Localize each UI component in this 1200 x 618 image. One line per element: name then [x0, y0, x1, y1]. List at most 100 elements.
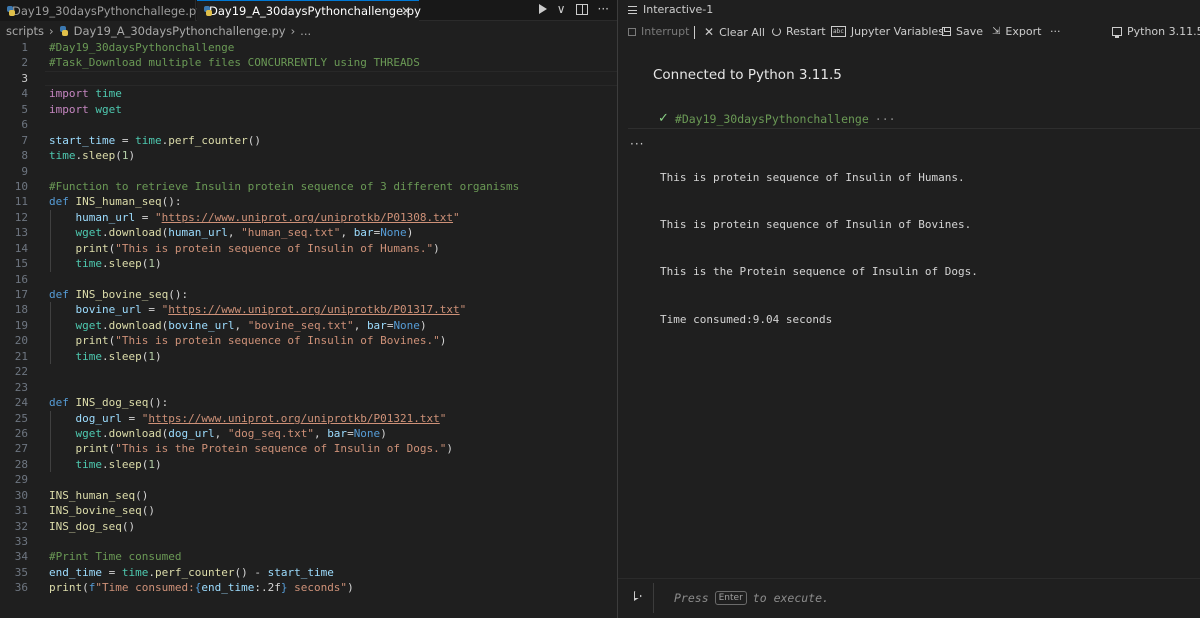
- split-editor-icon[interactable]: [575, 3, 588, 15]
- code-line[interactable]: 21 time.sleep(1): [0, 348, 617, 365]
- breadcrumb-symbols[interactable]: ...: [300, 24, 311, 38]
- close-tab-icon[interactable]: ✕: [401, 4, 411, 18]
- line-number: 12: [14, 210, 28, 224]
- code-line[interactable]: 14 print("This is protein sequence of In…: [0, 240, 617, 257]
- code-token: human_url: [168, 226, 228, 240]
- tab-day19-a-challenge[interactable]: Day19_A_30daysPythonchallenge.py ✕: [197, 0, 421, 21]
- line-number: 15: [14, 257, 28, 271]
- tab-day19-challege[interactable]: Day19_30daysPythonchallege.py: [0, 0, 203, 21]
- code-token: "dog_seq.txt": [227, 426, 314, 440]
- line-number: 27: [14, 442, 28, 456]
- code-token: .: [102, 226, 109, 240]
- code-line[interactable]: 18 bovine_url = "https://www.uniprot.org…: [0, 302, 617, 318]
- code-token: time: [95, 87, 122, 101]
- code-line[interactable]: 33: [0, 534, 617, 549]
- code-text: time.sleep(1): [49, 256, 162, 271]
- code-line[interactable]: 9: [0, 164, 617, 179]
- breadcrumb-folder[interactable]: scripts: [6, 24, 44, 38]
- code-token: wget: [75, 426, 103, 440]
- code-token: ): [446, 442, 454, 456]
- line-number: 32: [14, 519, 28, 533]
- code-token: #Day19_30daysPythonchallenge: [49, 41, 235, 54]
- code-line[interactable]: 31 INS_bovine_seq(): [0, 503, 617, 518]
- cell-header[interactable]: ✓ #Day19_30daysPythonchallenge ···: [658, 111, 896, 126]
- line-number: 29: [14, 473, 28, 487]
- code-line[interactable]: 20 print("This is protein sequence of In…: [0, 333, 617, 349]
- code-editor[interactable]: Day19_30daysPythonchallege.py Day19_A_30…: [0, 0, 617, 618]
- clear-all-button[interactable]: ✕ Clear All: [704, 25, 765, 39]
- code-line[interactable]: 26 wget.download(dog_url, "dog_seq.txt",…: [0, 425, 617, 442]
- code-token: ():: [161, 195, 182, 209]
- code-token: None: [380, 226, 407, 240]
- code-line[interactable]: 3: [0, 70, 617, 87]
- restart-button[interactable]: Restart: [772, 25, 826, 38]
- code-line[interactable]: 32 INS_dog_seq(): [0, 519, 617, 534]
- code-line[interactable]: 30 INS_human_seq(): [0, 488, 617, 503]
- more-actions-icon[interactable]: ···: [598, 2, 609, 16]
- code-line[interactable]: 36 print(f"Time consumed:{end_time:.2f} s…: [0, 580, 617, 595]
- code-token: human_url: [75, 210, 136, 224]
- tab-interactive[interactable]: Interactive-1: [618, 0, 713, 19]
- code-line[interactable]: 12 human_url = "https://www.uniprot.org/…: [0, 209, 617, 226]
- save-button[interactable]: Save: [942, 25, 983, 38]
- code-line[interactable]: 27 print("This is the Protein sequence o…: [0, 441, 617, 457]
- code-token: print: [75, 334, 109, 348]
- kernel-label: Python 3.11.5: [1127, 25, 1200, 38]
- code-token: 1: [148, 257, 155, 271]
- code-line[interactable]: 1 #Day19_30daysPythonchallenge: [0, 40, 617, 55]
- execute-icon[interactable]: [634, 591, 642, 601]
- code-line[interactable]: 16: [0, 272, 617, 287]
- jupyter-variables-button[interactable]: abc Jupyter Variables: [831, 25, 944, 38]
- code-line[interactable]: 28 time.sleep(1): [0, 456, 617, 473]
- code-line[interactable]: 13 wget.download(human_url, "human_seq.t…: [0, 225, 617, 241]
- code-text: print(f"Time consumed:{end_time:.2f} sec…: [49, 580, 354, 595]
- more-actions-icon[interactable]: ···: [1050, 25, 1061, 38]
- run-options-chevron-icon[interactable]: ∨: [557, 2, 566, 16]
- interrupt-label: Interrupt: [641, 25, 690, 38]
- code-line[interactable]: 29: [0, 472, 617, 487]
- input-hint-suffix: to execute.: [752, 591, 829, 605]
- breadcrumb-file[interactable]: Day19_A_30daysPythonchallenge.py: [74, 24, 286, 38]
- line-number: 20: [14, 334, 28, 348]
- output-actions-icon[interactable]: ···: [630, 137, 644, 151]
- code-line[interactable]: 35 end_time = time.perf_counter() - start…: [0, 565, 617, 580]
- code-line[interactable]: 2 #Task_Download multiple files CONCURREN…: [0, 55, 617, 70]
- code-line[interactable]: 8 time.sleep(1): [0, 148, 617, 163]
- run-file-icon[interactable]: [538, 4, 547, 14]
- line-number: 10: [14, 179, 28, 193]
- code-token: .: [148, 565, 155, 579]
- export-button[interactable]: ⇲ Export: [992, 25, 1041, 38]
- code-line[interactable]: 11 def INS_human_seq():: [0, 194, 617, 209]
- code-line[interactable]: 23: [0, 380, 617, 395]
- code-token: 1: [121, 149, 129, 163]
- code-token: None: [393, 318, 420, 332]
- cell-more-icon[interactable]: ···: [875, 112, 896, 126]
- code-line[interactable]: 15 time.sleep(1): [0, 256, 617, 272]
- code-text: INS_human_seq(): [49, 488, 148, 503]
- code-line[interactable]: 19 wget.download(bovine_url, "bovine_seq…: [0, 317, 617, 334]
- code-line[interactable]: 22: [0, 364, 617, 379]
- code-area[interactable]: 1 #Day19_30daysPythonchallenge 2 #Task_Down…: [0, 40, 617, 596]
- code-line[interactable]: 4 import time: [0, 86, 617, 101]
- code-line[interactable]: 25 dog_url = "https://www.uniprot.org/un…: [0, 410, 617, 426]
- interrupt-button[interactable]: Interrupt: [628, 25, 689, 38]
- kernel-picker[interactable]: Python 3.11.5: [1112, 25, 1200, 38]
- code-line[interactable]: 17 def INS_bovine_seq():: [0, 287, 617, 302]
- code-line[interactable]: 10 #Function to retrieve Insulin protein …: [0, 179, 617, 194]
- code-input[interactable]: Press Enter to execute.: [653, 583, 1200, 613]
- line-number: 17: [14, 288, 28, 301]
- code-line[interactable]: 24 def INS_dog_seq():: [0, 395, 617, 410]
- code-token: (: [82, 581, 89, 595]
- code-text: time.sleep(1): [49, 349, 162, 364]
- code-token: print: [75, 241, 109, 255]
- code-text: dog_url = "https://www.uniprot.org/unipr…: [49, 411, 447, 426]
- code-token: https://www.uniprot.org/uniprotkb/P01317…: [168, 303, 460, 317]
- code-text: human_url = "https://www.uniprot.org/uni…: [49, 210, 460, 225]
- code-line[interactable]: 6: [0, 117, 617, 132]
- code-line[interactable]: 5 import wget: [0, 102, 617, 117]
- code-line[interactable]: 34 #Print Time consumed: [0, 549, 617, 564]
- code-line[interactable]: 7 start_time = time.perf_counter(): [0, 133, 617, 148]
